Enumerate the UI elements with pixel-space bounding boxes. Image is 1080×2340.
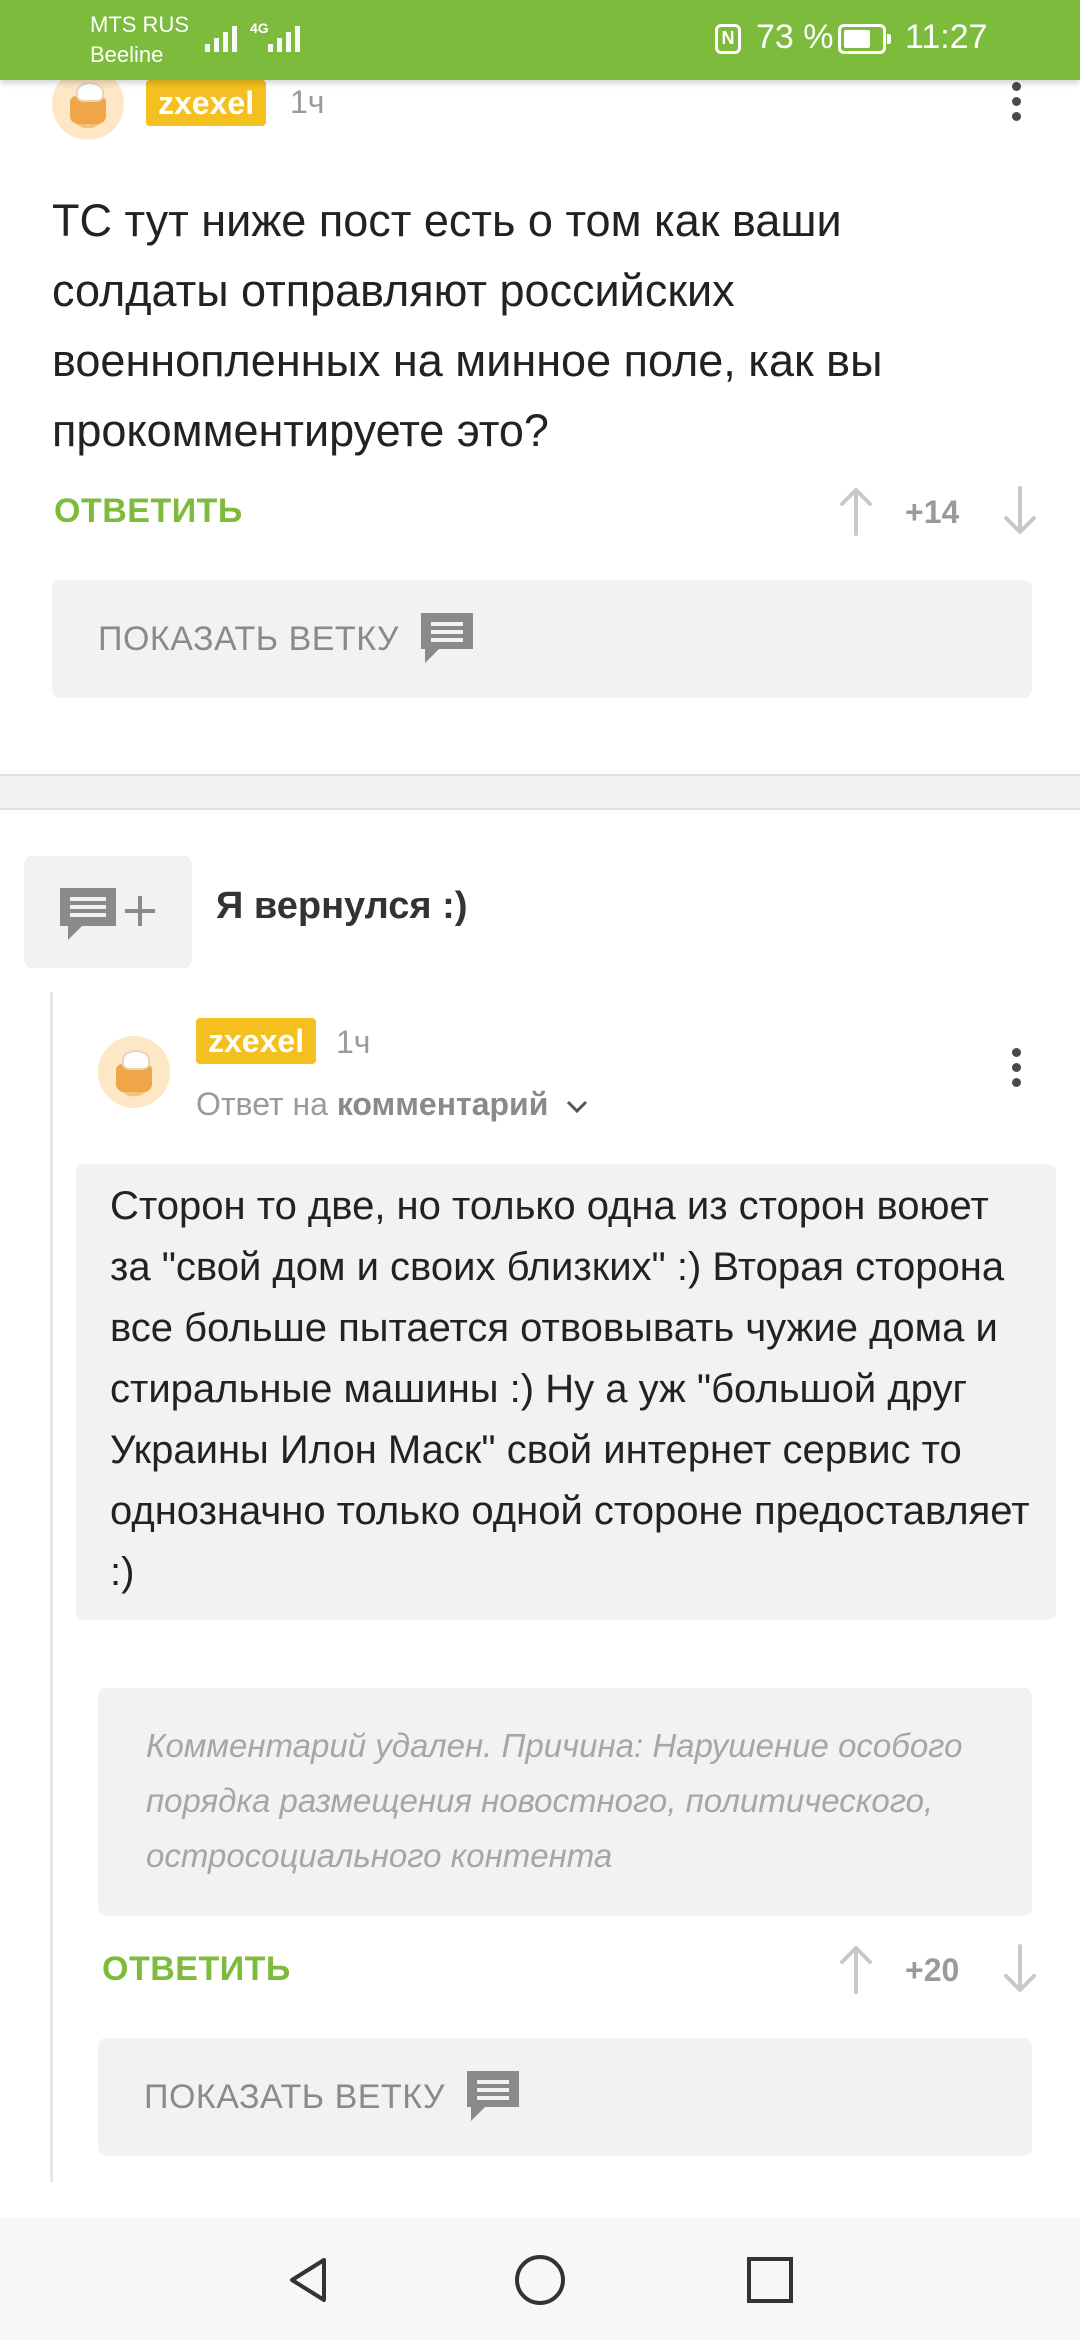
- vote-up-icon[interactable]: [836, 486, 876, 536]
- signal-icon: [205, 22, 237, 52]
- comment-time: 1ч: [336, 1024, 371, 1060]
- home-icon[interactable]: [512, 2252, 568, 2308]
- vote-down-icon[interactable]: [1000, 486, 1040, 536]
- username-badge[interactable]: zxexel: [196, 1018, 317, 1064]
- comment-time: 1ч: [290, 84, 325, 120]
- clock: 11:27: [905, 18, 988, 56]
- vote-count: +14: [905, 494, 960, 530]
- show-branch-button[interactable]: ПОКАЗАТЬ ВЕТКУ: [98, 2038, 1032, 2156]
- battery-icon: [838, 24, 891, 54]
- reply-to-target[interactable]: комментарий: [337, 1086, 549, 1122]
- nfc-icon: N: [715, 24, 741, 54]
- comment-text: Сторон то две, но только одна из сторон …: [110, 1184, 1030, 1594]
- network-type: 4G: [250, 20, 269, 36]
- deleted-comment-text: Комментарий удален. Причина: Нарушение о…: [146, 1727, 963, 1874]
- add-comment-icon: [60, 888, 155, 940]
- vote-down-icon[interactable]: [1000, 1944, 1040, 1994]
- reply-button[interactable]: ОТВЕТИТЬ: [102, 1950, 291, 1989]
- carrier-2: Beeline: [90, 42, 164, 67]
- show-branch-label: ПОКАЗАТЬ ВЕТКУ: [98, 619, 399, 658]
- more-options-icon[interactable]: [1010, 1048, 1022, 1092]
- reply-to-prefix: Ответ на: [196, 1086, 328, 1122]
- chevron-down-icon[interactable]: [565, 1099, 589, 1115]
- reply-to[interactable]: Ответ на комментарий: [196, 1086, 589, 1123]
- reply-button[interactable]: ОТВЕТИТЬ: [54, 492, 243, 531]
- show-branch-label: ПОКАЗАТЬ ВЕТКУ: [144, 2077, 445, 2116]
- section-divider: [0, 774, 1080, 810]
- avatar[interactable]: [98, 1036, 170, 1108]
- navigation-bar: [0, 2218, 1080, 2340]
- show-branch-button[interactable]: ПОКАЗАТЬ ВЕТКУ: [52, 580, 1032, 698]
- thread-line[interactable]: [50, 992, 53, 2182]
- thread-title[interactable]: Я вернулся :): [216, 885, 467, 928]
- carrier-1: MTS RUS: [90, 12, 189, 37]
- more-options-icon[interactable]: [1010, 82, 1022, 126]
- username-badge[interactable]: zxexel: [146, 80, 267, 126]
- battery-level: [844, 30, 870, 48]
- comments-icon: [466, 2071, 519, 2121]
- recents-icon[interactable]: [744, 2254, 796, 2306]
- add-comment-button[interactable]: [24, 856, 192, 968]
- comments-icon: [420, 613, 473, 663]
- signal-icon: [268, 22, 300, 52]
- battery-percent: 73 %: [756, 18, 834, 56]
- vote-count: +20: [905, 1952, 960, 1988]
- comment-text: ТС тут ниже пост есть о том как ваши сол…: [52, 195, 883, 456]
- back-icon[interactable]: [282, 2254, 334, 2306]
- status-bar: MTS RUS Beeline 4G N 73 % 11:27: [0, 0, 1080, 80]
- carrier-info: MTS RUS Beeline: [90, 10, 189, 70]
- vote-up-icon[interactable]: [836, 1944, 876, 1994]
